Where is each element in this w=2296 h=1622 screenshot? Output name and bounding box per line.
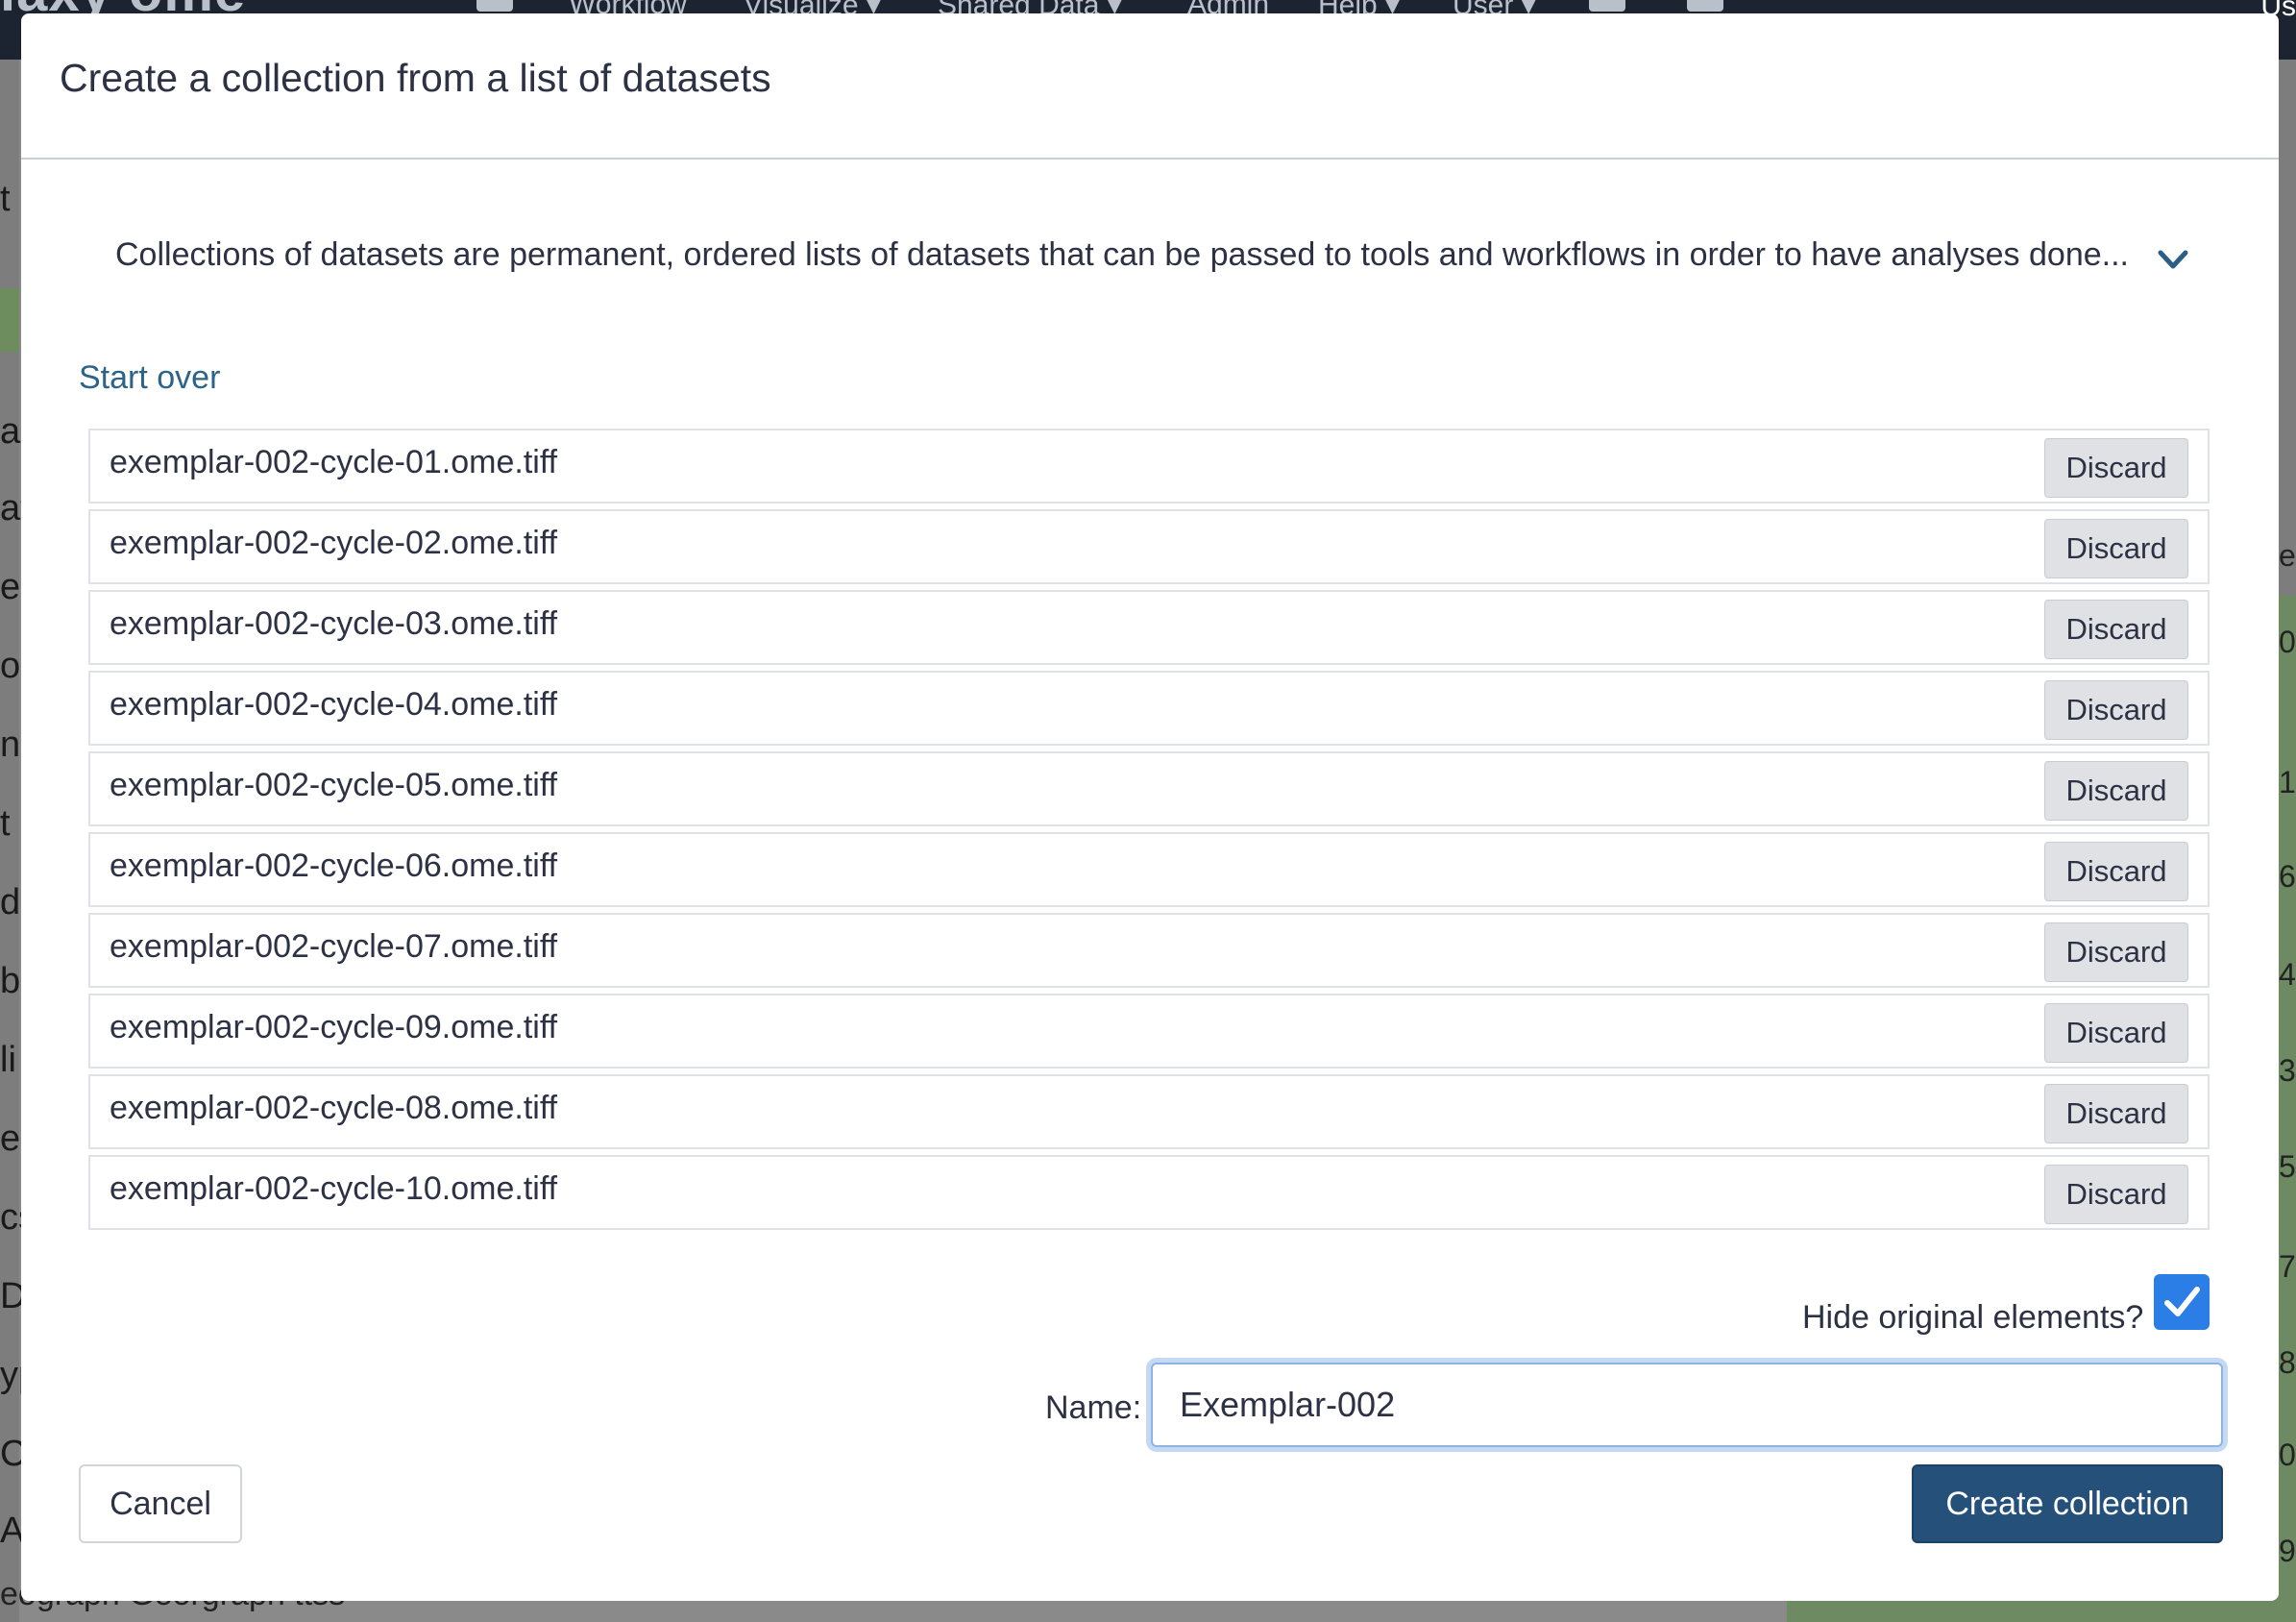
dataset-name[interactable]: exemplar-002-cycle-04.ome.tiff (110, 686, 557, 724)
dataset-row[interactable]: exemplar-002-cycle-03.ome.tiff Discard (88, 590, 2210, 665)
background-history-text: 5 (2279, 1149, 2296, 1184)
hide-original-checkbox[interactable] (2154, 1274, 2210, 1330)
background-gear-icon (476, 0, 513, 12)
dataset-name[interactable]: exemplar-002-cycle-10.ome.tiff (110, 1170, 557, 1208)
background-history-text: 4 (2279, 957, 2296, 992)
background-tool-text: d (0, 882, 21, 922)
background-history-text: 0 (2279, 1438, 2296, 1472)
dataset-row[interactable]: exemplar-002-cycle-06.ome.tiff Discard (88, 832, 2210, 907)
background-history-text: 0 (2279, 625, 2296, 659)
create-collection-modal: Create a collection from a list of datas… (21, 13, 2279, 1601)
dataset-row[interactable]: exemplar-002-cycle-07.ome.tiff Discard (88, 913, 2210, 988)
background-history-text: 3 (2279, 1053, 2296, 1088)
discard-button[interactable]: Discard (2044, 1084, 2188, 1143)
chevron-down-icon[interactable] (2156, 242, 2190, 277)
background-tool-text: at (0, 488, 21, 528)
dataset-row[interactable]: exemplar-002-cycle-02.ome.tiff Discard (88, 509, 2210, 584)
discard-button[interactable]: Discard (2044, 438, 2188, 498)
background-upload-icon (1589, 0, 1625, 12)
modal-header: Create a collection from a list of datas… (21, 13, 2279, 160)
dataset-row[interactable]: exemplar-002-cycle-01.ome.tiff Discard (88, 429, 2210, 504)
start-over-link[interactable]: Start over (79, 359, 220, 397)
dataset-name[interactable]: exemplar-002-cycle-09.ome.tiff (110, 1009, 557, 1046)
background-tool-text: Di (0, 1276, 21, 1316)
background-grid-icon (1687, 0, 1723, 12)
dataset-name[interactable]: exemplar-002-cycle-08.ome.tiff (110, 1090, 557, 1127)
background-tool-panel-highlight (0, 288, 19, 352)
background-tool-text: AT (0, 1511, 21, 1551)
background-tool-text: t I (0, 803, 21, 844)
dataset-name[interactable]: exemplar-002-cycle-05.ome.tiff (110, 767, 557, 804)
cancel-button[interactable]: Cancel (79, 1464, 242, 1543)
dataset-name[interactable]: exemplar-002-cycle-02.ome.tiff (110, 525, 557, 562)
discard-button[interactable]: Discard (2044, 761, 2188, 821)
dataset-list: exemplar-002-cycle-01.ome.tiff Discard e… (88, 429, 2210, 1236)
background-tool-text: C (0, 1434, 21, 1474)
background-tool-text: b (0, 961, 21, 1001)
background-tool-text: t (0, 179, 11, 219)
background-tool-text: o (0, 646, 21, 686)
dataset-name[interactable]: exemplar-002-cycle-03.ome.tiff (110, 605, 557, 643)
dataset-row[interactable]: exemplar-002-cycle-05.ome.tiff Discard (88, 751, 2210, 826)
discard-button[interactable]: Discard (2044, 680, 2188, 740)
name-label: Name: (1045, 1389, 1142, 1426)
background-tool-text: er (0, 567, 21, 607)
discard-button[interactable]: Discard (2044, 842, 2188, 901)
discard-button[interactable]: Discard (2044, 922, 2188, 982)
background-tool-text: li (0, 1040, 16, 1080)
dataset-row[interactable]: exemplar-002-cycle-04.ome.tiff Discard (88, 671, 2210, 746)
modal-title: Create a collection from a list of datas… (60, 56, 771, 100)
dataset-name[interactable]: exemplar-002-cycle-07.ome.tiff (110, 928, 557, 966)
dataset-row[interactable]: exemplar-002-cycle-09.ome.tiff Discard (88, 994, 2210, 1069)
dataset-name[interactable]: exemplar-002-cycle-06.ome.tiff (110, 848, 557, 885)
discard-button[interactable]: Discard (2044, 600, 2188, 659)
dataset-row[interactable]: exemplar-002-cycle-10.ome.tiff Discard (88, 1155, 2210, 1230)
background-tool-text: yp (0, 1355, 21, 1395)
background-tool-text: a (0, 411, 21, 452)
collection-name-input[interactable] (1151, 1363, 2223, 1447)
discard-button[interactable]: Discard (2044, 1003, 2188, 1063)
discard-button[interactable]: Discard (2044, 519, 2188, 578)
background-history-text: 7 (2279, 1249, 2296, 1284)
background-history-text: 6 (2279, 859, 2296, 894)
background-history-text: 8 (2279, 1345, 2296, 1380)
hide-original-label: Hide original elements? (1802, 1299, 2144, 1336)
background-history-text: 1 (2279, 765, 2296, 799)
dataset-row[interactable]: exemplar-002-cycle-08.ome.tiff Discard (88, 1074, 2210, 1149)
collection-help-text[interactable]: Collections of datasets are permanent, o… (115, 236, 2129, 274)
dataset-name[interactable]: exemplar-002-cycle-01.ome.tiff (110, 444, 557, 481)
discard-button[interactable]: Discard (2044, 1165, 2188, 1224)
create-collection-button[interactable]: Create collection (1912, 1464, 2223, 1543)
background-tool-text: n (0, 725, 21, 765)
checkmark-icon (2164, 1287, 2200, 1316)
background-history-text: e (2279, 538, 2296, 573)
background-history-text: 9 (2279, 1534, 2296, 1568)
background-tool-text: e (0, 1118, 21, 1159)
background-tool-text: cs (0, 1197, 21, 1238)
